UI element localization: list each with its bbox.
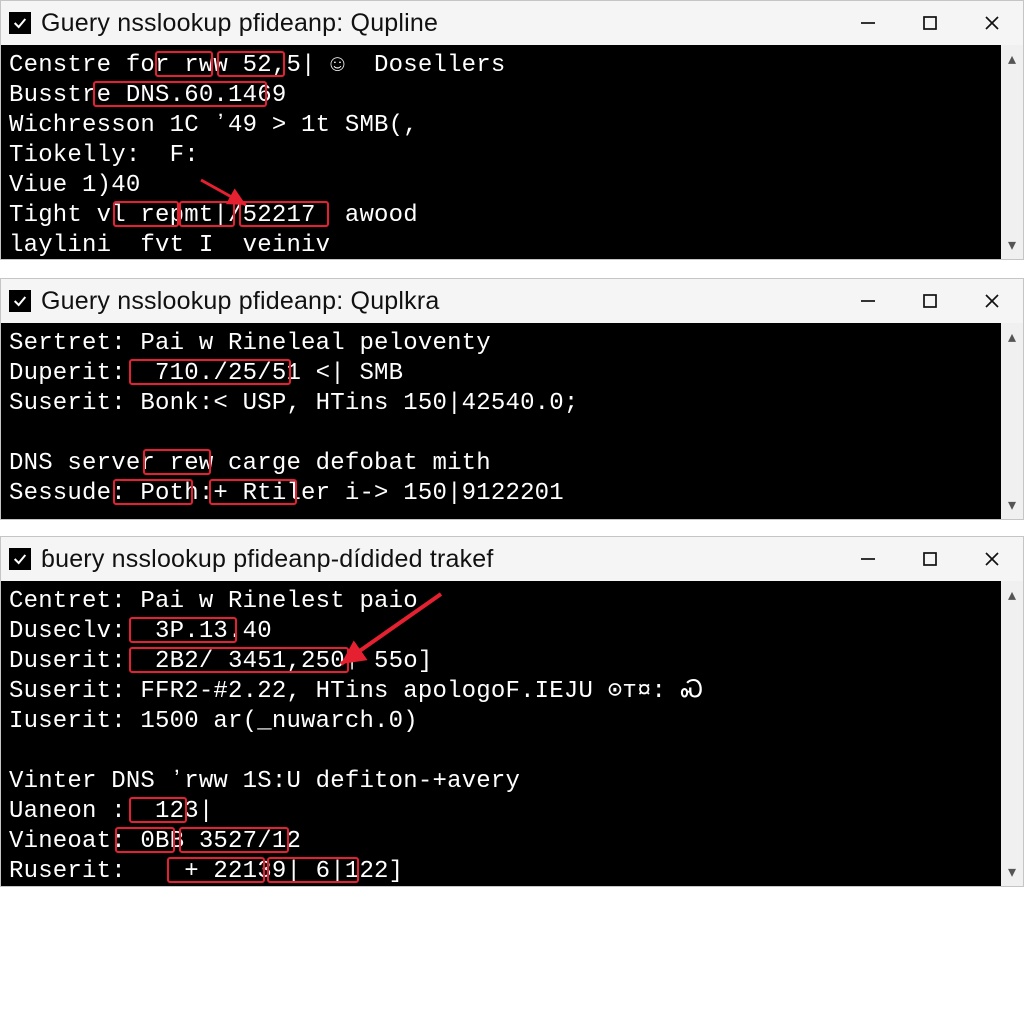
window-title: Guery nsslookup pfideanp: Quplkra	[41, 287, 440, 316]
close-button[interactable]	[961, 537, 1023, 581]
output-line: Tiokelly: F:	[9, 142, 199, 169]
scroll-up-icon[interactable]: ▴	[1008, 585, 1016, 605]
scroll-up-icon[interactable]: ▴	[1008, 327, 1016, 347]
terminal-window-2: Guery nsslookup pfideanp: Quplkra Sertre…	[0, 278, 1024, 520]
output-line: Duserit: 2B2/ 3451,250† 55o]	[9, 648, 432, 675]
terminal-output: Sertret: Pai w Rineleal peloventy Duperi…	[1, 323, 1023, 519]
minimize-button[interactable]	[837, 279, 899, 323]
titlebar[interactable]: ɓuery nsslookup pfideanp-dídided trakef	[1, 537, 1023, 581]
output-line: Duseclv: 3P.13.40	[9, 618, 272, 645]
output-line: Centret: Pai w Rinelest paio	[9, 588, 418, 615]
scrollbar[interactable]: ▴▾	[1001, 323, 1023, 519]
output-line: Uaneon : 123|	[9, 798, 213, 825]
window-title: Guery nsslookup pfideanp: Qupline	[41, 9, 438, 38]
terminal-output: Censtre for rww 52,5| ☺ Dosellers Busstr…	[1, 45, 1023, 259]
output-line: DNS server rew carge defobat mith	[9, 450, 491, 477]
minimize-button[interactable]	[837, 1, 899, 45]
output-line: Wichresson 1C ʼ49 > 1t SMB(,	[9, 112, 418, 139]
scroll-down-icon[interactable]: ▾	[1008, 235, 1016, 255]
close-button[interactable]	[961, 279, 1023, 323]
output-line: Busstre DNS.60.1469	[9, 82, 286, 109]
window-title: ɓuery nsslookup pfideanp-dídided trakef	[41, 545, 494, 574]
minimize-button[interactable]	[837, 537, 899, 581]
output-line: Vinter DNS ʼrww 1S:U defiton-+avery	[9, 768, 520, 795]
output-line: Censtre for rww 52,5| ☺ Dosellers	[9, 52, 505, 79]
scroll-up-icon[interactable]: ▴	[1008, 49, 1016, 69]
output-line: Sertret: Pai w Rineleal peloventy	[9, 330, 491, 357]
output-line: Suserit: FFR2-#2.22, HTins apologoF.IEJU…	[9, 678, 703, 705]
titlebar[interactable]: Guery nsslookup pfideanp: Qupline	[1, 1, 1023, 45]
output-line: Duperit: 710./25/51 <| SMB	[9, 360, 403, 387]
terminal-window-3: ɓuery nsslookup pfideanp-dídided trakef …	[0, 536, 1024, 887]
scroll-down-icon[interactable]: ▾	[1008, 862, 1016, 882]
output-line: Iuserit: 1500 ar(_nuwarch.0)	[9, 708, 418, 735]
output-line: Ruserit: + 22139| 6|122]	[9, 858, 403, 885]
output-line: Tight vl repmt|/52217 awood	[9, 202, 418, 229]
close-button[interactable]	[961, 1, 1023, 45]
checkmark-icon	[9, 12, 31, 34]
maximize-button[interactable]	[899, 537, 961, 581]
checkmark-icon	[9, 290, 31, 312]
output-line: laylini fvt I veiniv	[9, 232, 330, 259]
output-line: Sessude: Poth:+ Rtiler i-> 150|9122201	[9, 480, 564, 507]
scrollbar[interactable]: ▴▾	[1001, 581, 1023, 886]
output-line: Vineoat: 0BB 3527/12	[9, 828, 301, 855]
output-line: Viue 1)40	[9, 172, 140, 199]
terminal-output: Centret: Pai w Rinelest paio Duseclv: 3P…	[1, 581, 1023, 886]
scroll-down-icon[interactable]: ▾	[1008, 495, 1016, 515]
terminal-window-1: Guery nsslookup pfideanp: Qupline Censtr…	[0, 0, 1024, 260]
checkmark-icon	[9, 548, 31, 570]
scrollbar[interactable]: ▴▾	[1001, 45, 1023, 259]
output-line: Suserit: Bonk:< USP, HTins 150|42540.0;	[9, 390, 579, 417]
titlebar[interactable]: Guery nsslookup pfideanp: Quplkra	[1, 279, 1023, 323]
maximize-button[interactable]	[899, 1, 961, 45]
maximize-button[interactable]	[899, 279, 961, 323]
